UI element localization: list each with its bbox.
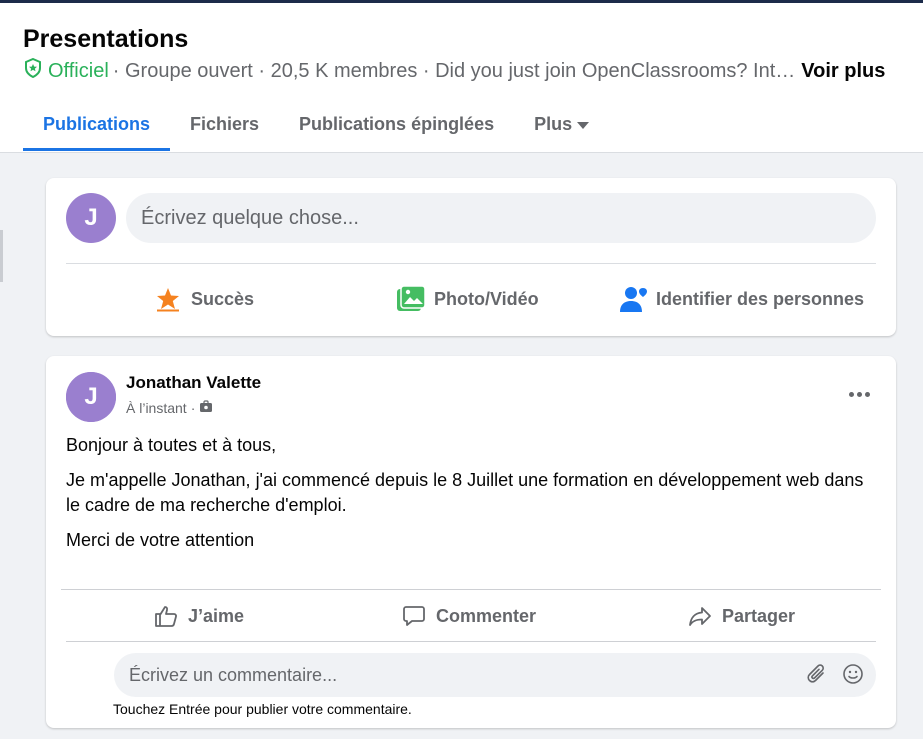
comment-input[interactable]: Écrivez un commentaire...: [114, 653, 876, 697]
share-label: Partager: [722, 605, 796, 626]
tab-label: Publications: [43, 114, 151, 134]
post-paragraph: Merci de votre attention: [66, 530, 255, 550]
tab-label: Plus: [534, 114, 573, 134]
post-body: Bonjour à toutes et à tous, Je m'appelle…: [66, 433, 866, 563]
official-badge-icon: [24, 57, 42, 84]
like-icon: [154, 604, 178, 628]
post-paragraph: Je m'appelle Jonathan, j'ai commencé dep…: [66, 470, 864, 515]
attachment-icon[interactable]: [806, 663, 828, 692]
share-icon: [688, 604, 712, 628]
post-paragraph: Bonjour à toutes et à tous,: [66, 435, 277, 455]
write-post-input[interactable]: Écrivez quelque chose...: [126, 193, 876, 243]
tab-pinned[interactable]: Publications épinglées: [279, 98, 514, 151]
dot-icon: [848, 391, 854, 397]
tab-label: Fichiers: [190, 114, 260, 134]
caret-down-icon: [577, 122, 590, 129]
left-edge-marker: [0, 230, 3, 282]
comment-hint: Touchez Entrée pour publier votre commen…: [113, 701, 412, 717]
post-timestamp[interactable]: À l’instant: [126, 400, 187, 416]
divider: [66, 263, 876, 264]
dot-icon: [864, 391, 870, 397]
post-author[interactable]: Jonathan Valette: [126, 373, 261, 393]
share-button[interactable]: Partager: [688, 596, 795, 636]
achievement-label: Succès: [191, 288, 255, 309]
achievement-button[interactable]: Succès: [153, 278, 254, 320]
dot-icon: [856, 391, 862, 397]
comment-button[interactable]: Commenter: [402, 596, 536, 636]
tab-publications[interactable]: Publications: [23, 98, 171, 151]
comment-input-icons: [806, 663, 864, 692]
comment-label: Commenter: [436, 605, 537, 626]
tab-label: Publications épinglées: [299, 114, 495, 134]
official-label: Officiel: [48, 59, 109, 82]
photo-video-button[interactable]: Photo/Vidéo: [396, 278, 539, 320]
like-button[interactable]: J’aime: [154, 596, 244, 636]
avatar[interactable]: J: [66, 372, 116, 422]
group-header: Presentations Officiel · Groupe ouvert ·…: [0, 3, 923, 153]
tab-more[interactable]: Plus: [514, 98, 609, 151]
more-options-button[interactable]: [844, 384, 874, 404]
comment-placeholder: Écrivez un commentaire...: [129, 664, 338, 685]
comment-icon: [402, 604, 426, 628]
tab-files[interactable]: Fichiers: [170, 98, 279, 151]
divider: [61, 589, 881, 590]
see-more-link[interactable]: Voir plus: [801, 60, 885, 83]
separator-dot: ·: [190, 400, 196, 416]
star-icon: [153, 284, 183, 314]
post-time: À l’instant ·: [126, 400, 213, 416]
tag-people-label: Identifier des personnes: [656, 288, 865, 309]
group-meta-text: · Groupe ouvert · 20,5 K membres · Did y…: [112, 59, 796, 82]
post-card: J Jonathan Valette À l’instant · Bonjour…: [46, 356, 896, 728]
avatar[interactable]: J: [66, 193, 116, 243]
group-privacy-icon: [199, 400, 213, 416]
post-composer: J Écrivez quelque chose... Succès Photo/…: [46, 178, 896, 336]
group-tabs: Publications Fichiers Publications éping…: [23, 98, 609, 151]
photo-video-label: Photo/Vidéo: [434, 288, 539, 309]
emoji-icon[interactable]: [842, 663, 864, 692]
divider: [66, 641, 876, 642]
tag-people-icon: [618, 284, 648, 314]
group-title: Presentations: [23, 25, 189, 53]
tag-people-button[interactable]: Identifier des personnes: [618, 278, 864, 320]
like-label: J’aime: [188, 605, 245, 626]
photo-icon: [396, 284, 426, 314]
group-meta: Officiel · Groupe ouvert · 20,5 K membre…: [24, 57, 885, 84]
